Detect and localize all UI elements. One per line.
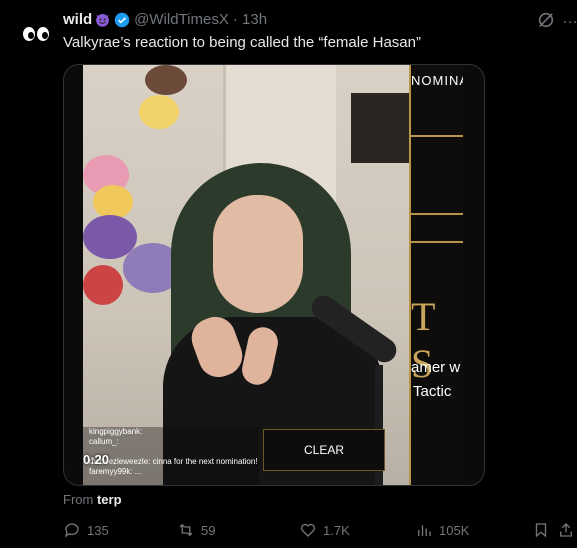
eye-icon (23, 27, 35, 41)
chat-line: kingpiggybank: (89, 427, 143, 436)
eye-icon (37, 27, 49, 41)
bookmark-icon (535, 523, 547, 538)
reply-icon (64, 523, 79, 538)
action-bar: 135 59 1.7K 105K (63, 521, 577, 543)
plush-toy (139, 95, 179, 129)
stream-chat: kingpiggybank: callum_: mcbeezleweezle: … (83, 427, 259, 485)
heart-icon (300, 523, 316, 537)
video-timestamp: 0:20 (83, 452, 110, 467)
overlay-line2: Tactic (413, 383, 452, 400)
devil-emoji-icon (96, 13, 110, 27)
source-prefix: From (63, 492, 94, 507)
tweet-header: wild @WildTimesX · 13h (63, 11, 267, 28)
reply-count: 135 (87, 522, 109, 538)
display-name[interactable]: wild (63, 11, 92, 28)
bookmark-button[interactable] (532, 521, 556, 539)
more-options-icon[interactable]: … (562, 10, 577, 28)
verified-badge-icon[interactable] (114, 12, 130, 28)
plush-toy (93, 185, 133, 219)
chat-line (83, 447, 259, 457)
nomination-overlay (409, 65, 463, 485)
plush-toy (145, 65, 187, 95)
overlay-line1: amer w (411, 359, 461, 376)
source-name[interactable]: terp (97, 492, 122, 507)
clear-panel: CLEAR (263, 429, 385, 471)
views-count: 105K (439, 522, 470, 538)
views-button[interactable]: 105K (415, 521, 469, 539)
plush-toy (83, 265, 123, 305)
video-player[interactable]: NOMINA T S amer w Tactic kingpiggybank: … (63, 64, 485, 486)
repost-icon (179, 523, 193, 537)
reply-button[interactable]: 135 (63, 521, 109, 539)
overlay-title: NOMINA (411, 73, 463, 88)
source-attribution: From terp (63, 492, 122, 507)
chat-line: faremyy99k: ... (89, 467, 142, 476)
gold-divider (409, 135, 463, 137)
like-count: 1.7K (323, 522, 350, 538)
tweet-text: Valkyrae’s reaction to being called the … (63, 34, 421, 51)
share-icon (560, 523, 572, 537)
streamer-face (213, 195, 303, 313)
repost-button[interactable]: 59 (177, 521, 215, 539)
gold-divider (409, 213, 463, 215)
video-frame[interactable]: NOMINA T S amer w Tactic kingpiggybank: … (83, 65, 463, 485)
repost-count: 59 (201, 522, 216, 538)
grok-icon[interactable] (537, 11, 555, 29)
share-button[interactable] (557, 521, 577, 539)
views-chart-icon (418, 525, 431, 536)
timestamp[interactable]: · 13h (233, 11, 267, 28)
chat-line: callum_: (89, 437, 119, 446)
like-button[interactable]: 1.7K (299, 521, 350, 539)
avatar[interactable] (16, 14, 56, 54)
gold-divider (409, 241, 463, 243)
handle[interactable]: @WildTimesX (134, 11, 229, 28)
chat-line: mcbeezleweezle: cinna for the next nomin… (89, 457, 258, 466)
shelf-background (351, 93, 411, 163)
